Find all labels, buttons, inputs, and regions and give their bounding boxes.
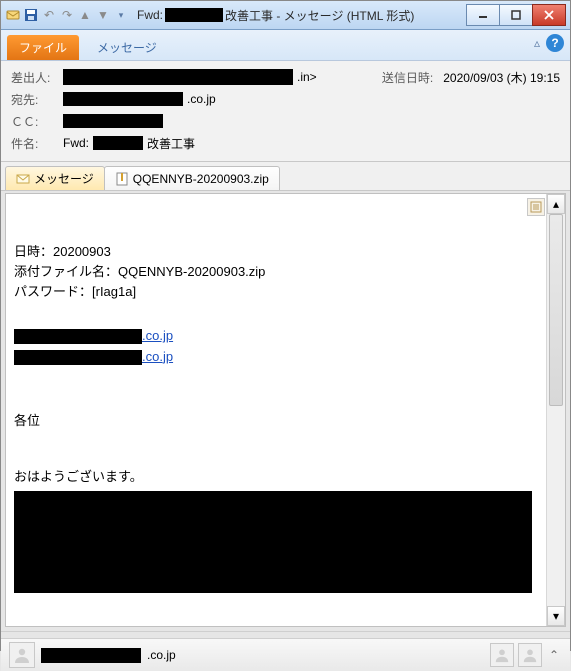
quick-access-toolbar: ↶ ↷ ▲ ▼ ▾ — [5, 7, 129, 23]
vertical-scrollbar[interactable]: ▴ ▾ — [546, 194, 565, 626]
avatar-small-1[interactable] — [490, 643, 514, 667]
sent-label: 送信日時: — [382, 69, 433, 86]
to-suffix: .co.jp — [187, 92, 216, 106]
tab-attachment-label: QQENNYB-20200903.zip — [133, 172, 269, 186]
ribbon: ファイル メッセージ ▵ ? — [1, 30, 570, 61]
window-title: Fwd: 改善工事 - メッセージ (HTML 形式) — [129, 7, 467, 24]
envelope-icon — [16, 172, 30, 186]
redo-icon[interactable]: ↷ — [59, 7, 75, 23]
title-prefix: Fwd: — [137, 8, 163, 22]
message-header: 差出人: .in> 送信日時: 2020/09/03 (木) 19:15 宛先:… — [1, 61, 570, 162]
message-body: 日時：20200903 添付ファイル名：QQENNYB-20200903.zip… — [6, 194, 547, 626]
avatar-small-2[interactable] — [518, 643, 542, 667]
body-line-attachment: 添付ファイル名：QQENNYB-20200903.zip — [14, 262, 539, 282]
from-suffix: .in> — [297, 70, 317, 84]
body-redacted-block — [14, 491, 532, 593]
scroll-up-icon[interactable]: ▴ — [547, 194, 565, 214]
subject-label: 件名: — [11, 135, 63, 152]
cc-label: ＣＣ: — [11, 113, 63, 130]
help-icon[interactable]: ? — [546, 34, 564, 52]
ribbon-min-icon[interactable]: ▵ — [534, 36, 540, 50]
avatar-icon[interactable] — [9, 642, 35, 668]
people-pane: .co.jp ⌃ — [1, 639, 570, 671]
previous-icon[interactable]: ▲ — [77, 7, 93, 23]
body-line-datetime: 日時：20200903 — [14, 242, 539, 262]
from-redacted — [63, 69, 293, 85]
link2-redacted — [14, 350, 142, 365]
message-body-container: 日時：20200903 添付ファイル名：QQENNYB-20200903.zip… — [5, 193, 566, 627]
file-tab[interactable]: ファイル — [7, 35, 79, 60]
minimize-button[interactable] — [466, 4, 500, 26]
content-tabs: メッセージ QQENNYB-20200903.zip — [1, 162, 570, 191]
sent-value: 2020/09/03 (木) 19:15 — [443, 69, 560, 86]
maximize-button[interactable] — [499, 4, 533, 26]
link-2[interactable]: .co.jp — [142, 347, 173, 367]
people-expand-icon[interactable]: ⌃ — [546, 647, 562, 663]
tab-message[interactable]: メッセージ — [5, 166, 105, 190]
scroll-track[interactable] — [547, 214, 565, 606]
scroll-down-icon[interactable]: ▾ — [547, 606, 565, 626]
window-buttons — [467, 4, 566, 26]
body-line-password: パスワード：[rIag1a] — [14, 282, 539, 302]
cc-redacted — [63, 114, 163, 128]
subject-prefix: Fwd: — [63, 136, 89, 150]
from-label: 差出人: — [11, 69, 63, 86]
to-redacted — [63, 92, 183, 106]
subject-suffix: 改善工事 — [147, 135, 195, 152]
body-line-salutation: 各位 — [14, 411, 539, 431]
undo-icon[interactable]: ↶ — [41, 7, 57, 23]
save-icon[interactable] — [23, 7, 39, 23]
link-1[interactable]: .co.jp — [142, 326, 173, 346]
qat-dropdown-icon[interactable]: ▾ — [113, 7, 129, 23]
body-line-greeting: おはようございます。 — [14, 467, 539, 487]
tab-message-label: メッセージ — [34, 170, 94, 187]
link1-redacted — [14, 329, 142, 344]
title-redacted — [165, 8, 223, 22]
close-button[interactable] — [532, 4, 566, 26]
title-suffix: 改善工事 - メッセージ (HTML 形式) — [225, 7, 414, 24]
people-name-suffix: .co.jp — [147, 648, 176, 662]
title-bar: ↶ ↷ ▲ ▼ ▾ Fwd: 改善工事 - メッセージ (HTML 形式) — [1, 1, 570, 30]
app-icon — [5, 7, 21, 23]
to-label: 宛先: — [11, 91, 63, 108]
next-icon[interactable]: ▼ — [95, 7, 111, 23]
message-tab[interactable]: メッセージ — [91, 35, 163, 60]
zip-icon — [115, 172, 129, 186]
pane-separator[interactable] — [1, 631, 570, 639]
scroll-thumb[interactable] — [549, 214, 563, 406]
people-name-redacted — [41, 648, 141, 663]
subject-redacted — [93, 136, 143, 150]
tab-attachment[interactable]: QQENNYB-20200903.zip — [104, 166, 280, 190]
